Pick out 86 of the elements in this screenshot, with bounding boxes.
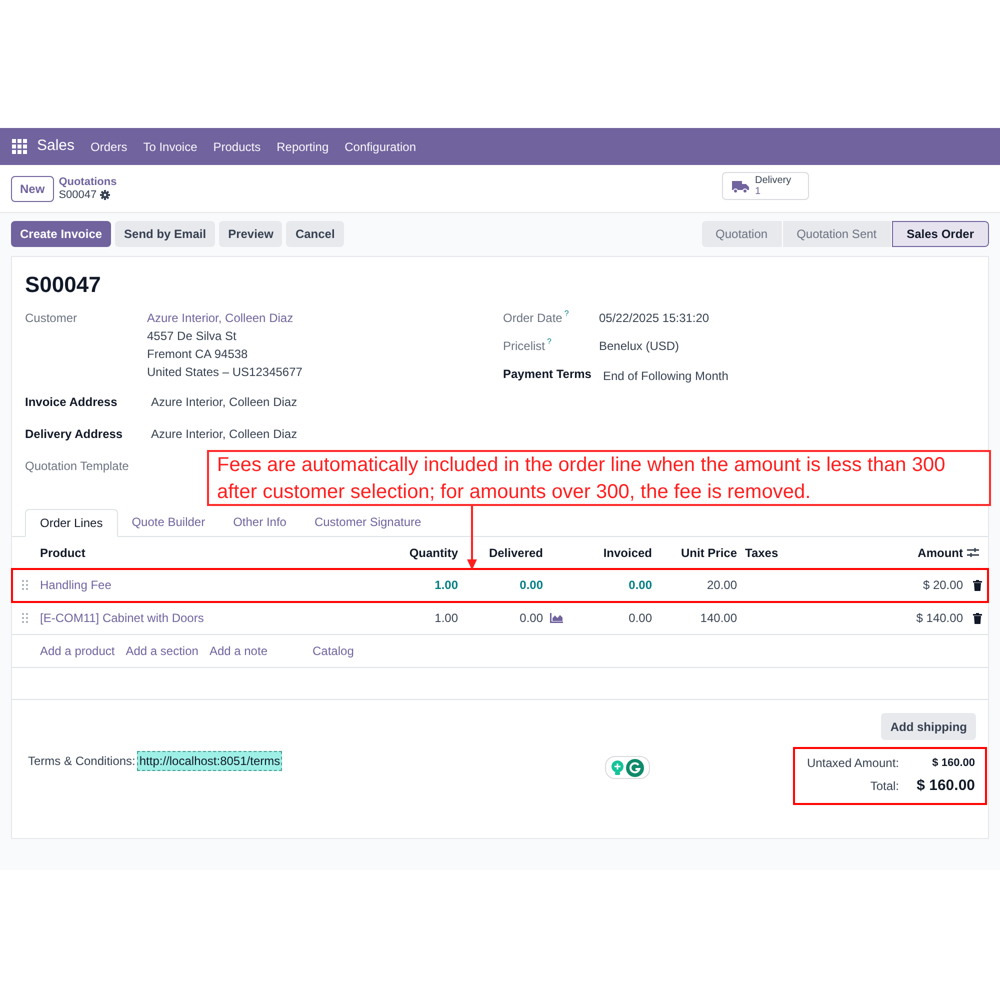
grammarly-widget[interactable] [605,756,650,779]
action-button[interactable]: Preview [219,221,282,247]
gear-icon[interactable] [100,190,110,200]
column-header[interactable]: Taxes [741,544,800,562]
help-mark[interactable]: ? [547,337,552,346]
drag-handle-icon[interactable] [22,580,28,590]
table-cell-text: 1.00 [434,577,459,594]
column-header[interactable]: Invoiced [580,544,656,562]
field-label: Quotation Template [25,458,130,475]
field-label: Pricelist [503,338,546,355]
add-link[interactable]: Add a note [209,642,268,660]
totals-label: Untaxed Amount: [806,755,899,772]
terms-label: Terms & Conditions: [28,753,136,770]
menu-item[interactable]: To Invoice [143,138,198,156]
field-value: Azure Interior, Colleen Diaz [151,426,298,443]
apps-menu-icon[interactable] [12,139,27,154]
new-button[interactable]: New [11,176,54,202]
field-label: Invoice Address [25,394,118,411]
product-cell-text: Handling Fee [39,577,112,594]
totals-label: Total: [870,778,899,795]
trash-icon[interactable] [973,612,982,624]
field-value: Azure Interior, Colleen Diaz [151,394,298,411]
menu-item[interactable]: Reporting [276,138,329,156]
area-chart-icon[interactable] [550,613,563,623]
menu-item[interactable]: Products [213,138,261,156]
menu-item[interactable]: Orders [90,138,128,156]
field-value: 4557 De Silva St [147,328,238,345]
status-stage[interactable]: Quotation [702,221,783,247]
column-header[interactable]: Quantity [380,544,462,562]
field-label: Order Date [503,310,562,327]
action-button[interactable]: Create Invoice [11,221,112,247]
field-label: Delivery Address [25,426,124,443]
status-stage[interactable]: Quotation Sent [782,221,892,247]
field-value: Benelux (USD) [599,338,680,355]
annotation-callout: Fees are automatically included in the order line when the amount is less than 300 after customer selection; for amounts over 300, the fee is removed. [207,450,991,506]
field-value: Fremont CA 94538 [147,346,249,363]
bulb-icon [611,760,624,776]
add-link[interactable]: Add a product [40,642,115,660]
field-value: United States – US12345677 [147,364,302,381]
table-cell-text: 0.00 [628,577,653,594]
delivery-smart-button[interactable]: Delivery 1 [722,172,809,200]
table-cell-text: 0.00 [628,610,653,627]
trash-icon[interactable] [973,580,982,590]
action-button[interactable]: Cancel [286,221,344,247]
action-button[interactable]: Send by Email [115,221,216,247]
status-stage[interactable]: Sales Order [892,221,989,247]
column-settings-icon[interactable] [967,547,979,558]
tab[interactable]: Order Lines [25,509,118,537]
customer-link[interactable]: Azure Interior, Colleen Diaz [147,309,302,327]
help-mark[interactable]: ? [564,309,569,318]
column-header[interactable]: Delivered [462,544,547,562]
g-logo-icon [626,758,644,776]
menu-item[interactable]: Configuration [344,138,416,156]
record-name: S00047 [58,188,97,202]
table-cell-text: 1.00 [434,610,459,627]
terms-link[interactable]: http://localhost:8051/terms [137,751,282,771]
truck-icon [732,180,749,192]
product-cell-text: [E-COM11] Cabinet with Doors [39,610,205,627]
totals-value: $ 160.00 [931,756,975,771]
table-cell-text: 20.00 [706,577,738,594]
tab[interactable]: Other Info [219,508,300,536]
field-value: End of Following Month [602,368,728,385]
add-link[interactable]: Add a section [126,642,198,660]
field-value: 05/22/2025 15:31:20 [599,310,710,327]
field-label: Customer [25,310,78,327]
order-line-row[interactable]: Handling Fee 1.00 0.00 0.00 20.00 $ 20.00 [12,569,988,602]
field-label: Payment Terms [503,366,592,383]
add-link[interactable]: Catalog [312,642,354,660]
breadcrumb-link[interactable]: Quotations [58,176,117,188]
table-cell-text: 0.00 [518,577,544,594]
record-title: S00047 [24,271,102,299]
table-cell-text: 0.00 [518,610,544,627]
totals-value: $ 160.00 [916,776,975,796]
annotation-arrow [467,506,477,570]
add-shipping-button[interactable]: Add shipping [881,713,976,740]
order-line-row[interactable]: [E-COM11] Cabinet with Doors 1.00 0.00 0.00 140.00 $ 140.00 [12,602,988,635]
column-header[interactable]: Unit Price [656,544,741,562]
column-header[interactable]: Amount [800,544,967,562]
table-cell-text: $ 20.00 [922,577,964,594]
tab[interactable]: Customer Signature [300,508,436,536]
column-header[interactable]: Product [36,544,380,562]
app-name[interactable]: Sales [37,135,75,158]
table-cell-text: 140.00 [699,610,738,627]
drag-handle-icon[interactable] [22,613,28,623]
table-cell-text: $ 140.00 [915,610,964,627]
tab[interactable]: Quote Builder [118,508,220,536]
